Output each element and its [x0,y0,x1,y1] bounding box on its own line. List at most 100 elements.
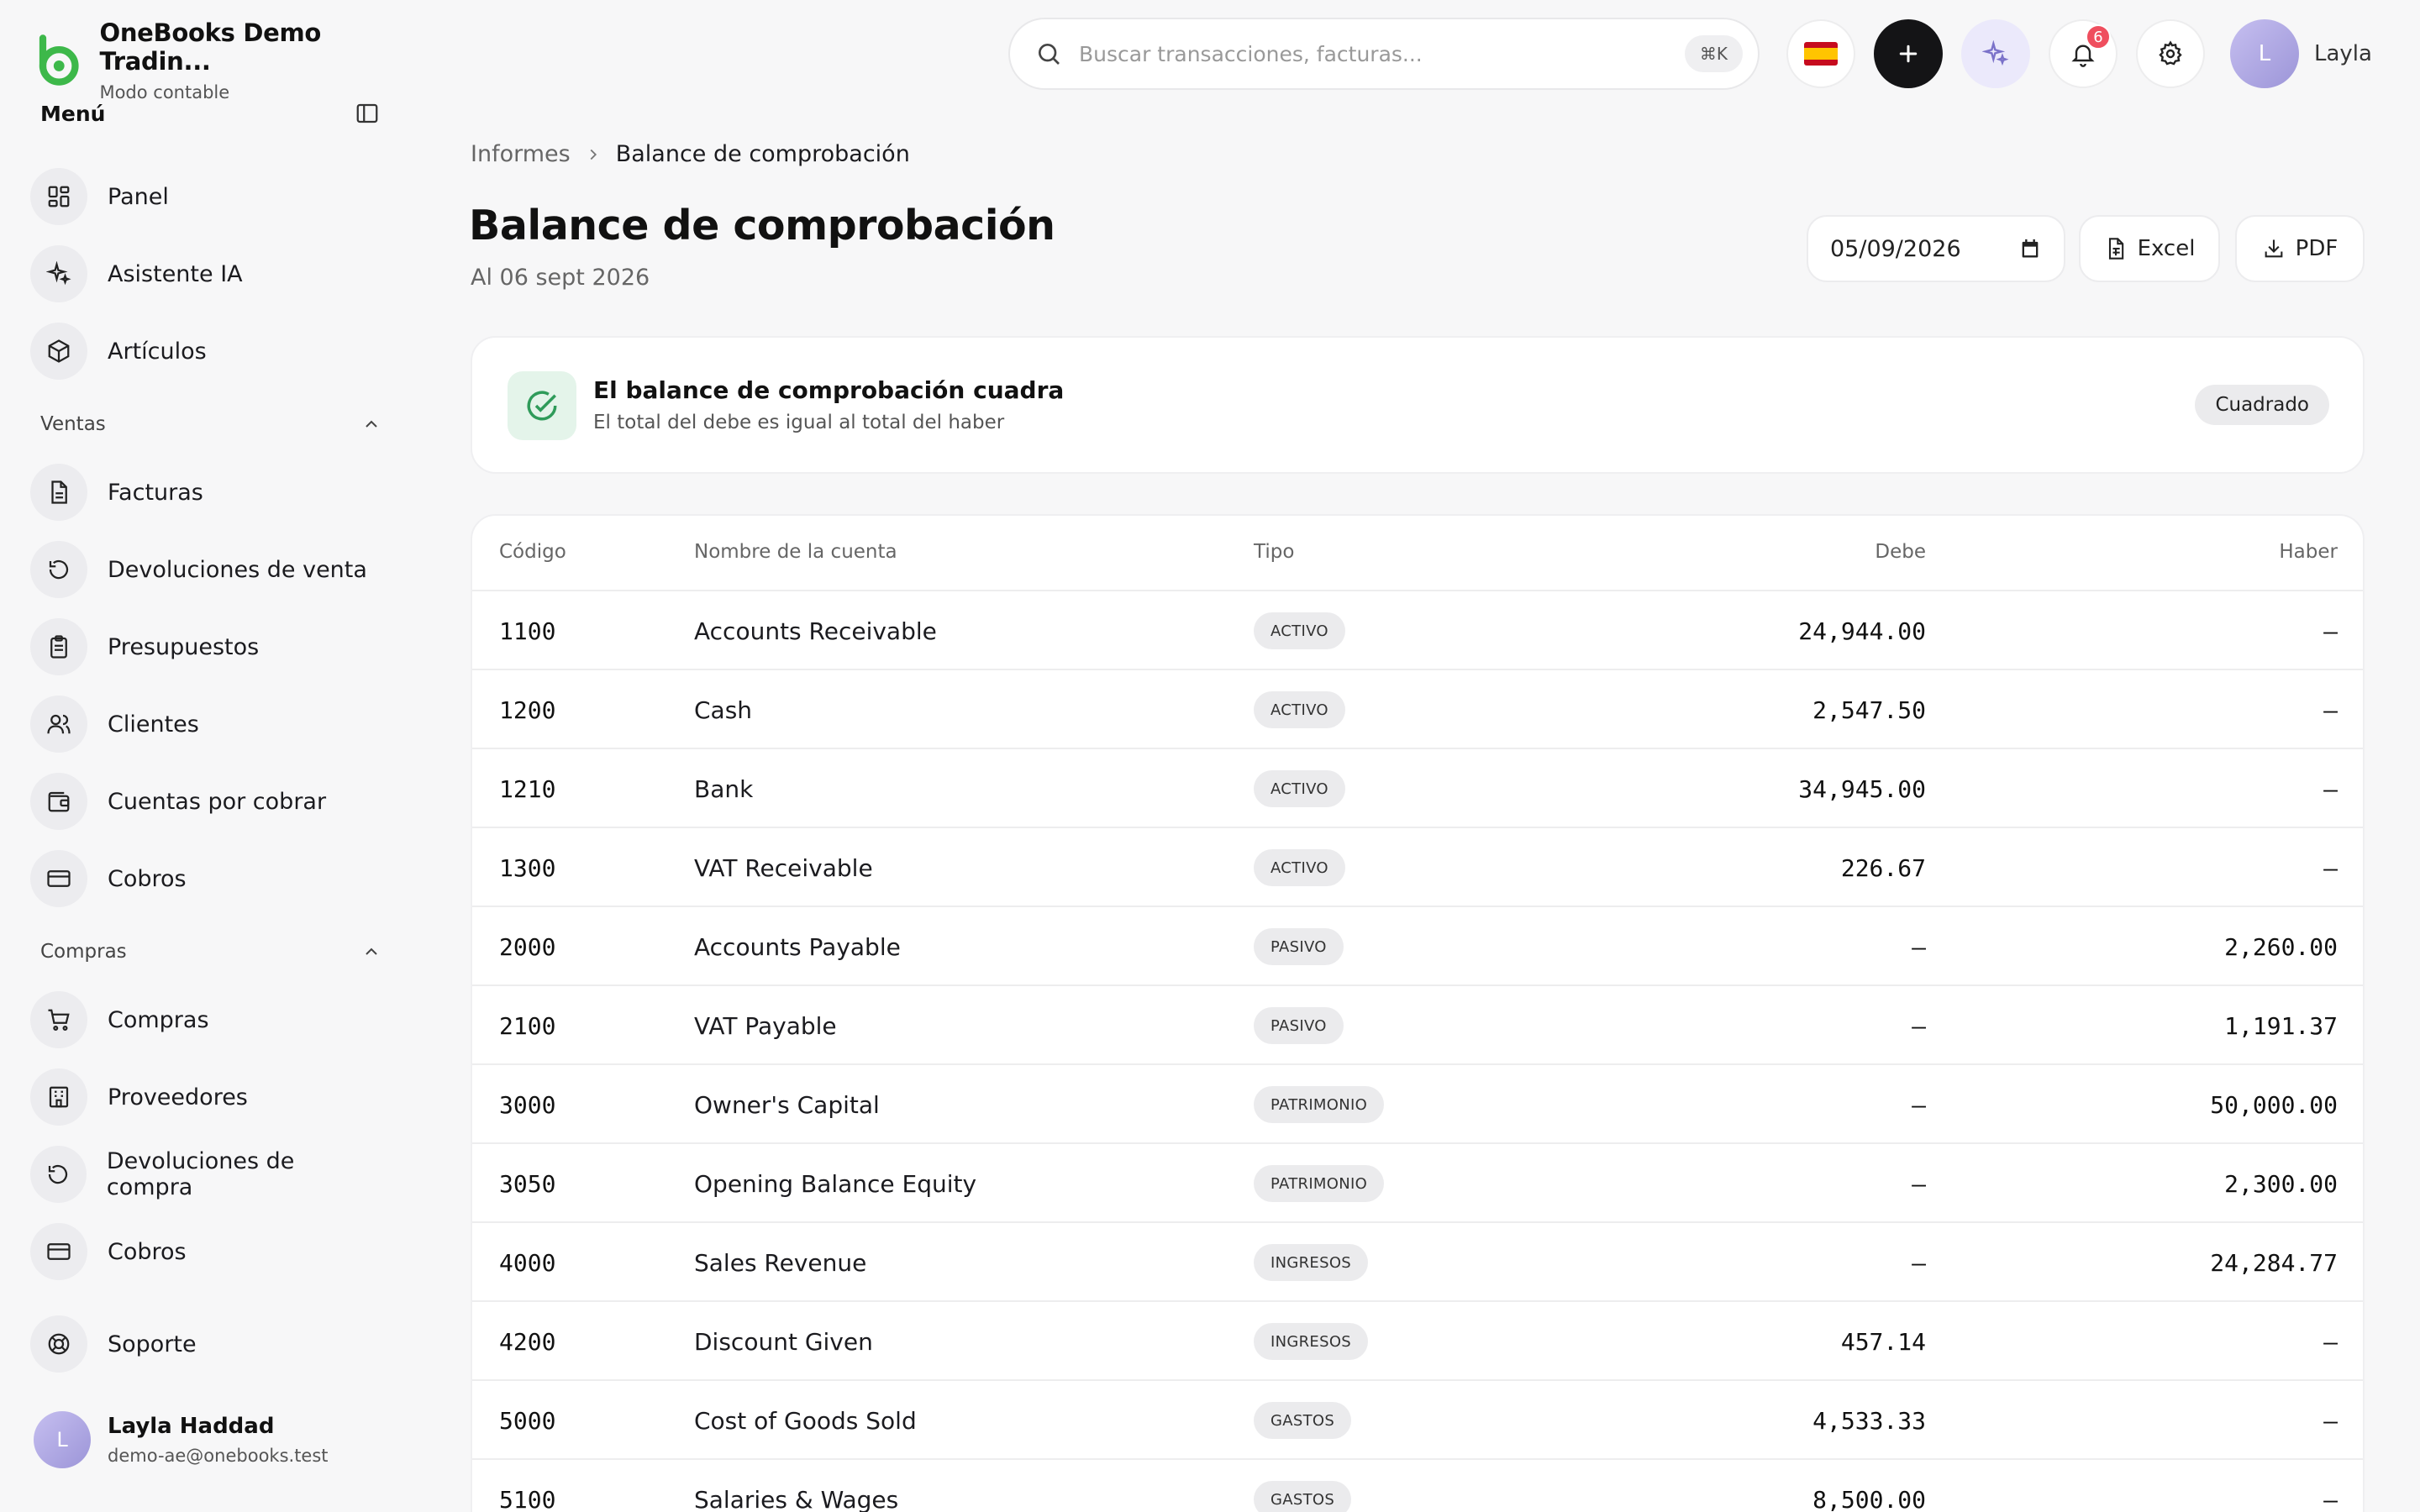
breadcrumb-informes-link[interactable]: Informes [471,141,571,167]
gear-icon [2159,40,2182,66]
column-header-type[interactable]: Tipo [1254,541,1294,563]
debit-amount: 34,945.00 [1798,774,1926,803]
account-code: 3050 [499,1169,556,1198]
sidebar-item-proveedores[interactable]: Proveedores [30,1064,383,1130]
language-selector[interactable] [1786,19,1855,88]
sidebar-toggle-icon[interactable] [353,99,381,128]
debit-amount: – [1912,1011,1926,1040]
export-pdf-button[interactable]: PDF [2235,215,2365,282]
account-type-badge: ACTIVO [1254,612,1345,649]
sidebar-item-asistente-ia[interactable]: Asistente IA [30,241,383,307]
spain-flag-icon [1804,42,1838,66]
balance-check-card: El balance de comprobación cuadra El tot… [471,336,2365,474]
table-row[interactable]: 5100 Salaries & Wages GASTOS 8,500.00 – [472,1460,2363,1512]
account-type-cell: ACTIVO [1254,828,1345,907]
page-subtitle: Al 06 sept 2026 [471,265,650,291]
table-row[interactable]: 2000 Accounts Payable PASIVO – 2,260.00 [472,907,2363,986]
search-input[interactable] [1079,41,1685,66]
sparkles-icon [30,245,87,302]
sidebar-item-label: Cobros [108,865,187,892]
account-name: Salaries & Wages [694,1485,899,1512]
sidebar-item-facturas[interactable]: Facturas [30,459,383,525]
section-compras-toggle[interactable]: Compras [40,941,381,963]
account-type-badge: ACTIVO [1254,691,1345,728]
account-name: VAT Receivable [694,853,873,882]
cart-icon [30,991,87,1048]
account-name: Discount Given [694,1327,873,1356]
sidebar-item-compras[interactable]: Compras [30,987,383,1053]
account-type-cell: GASTOS [1254,1381,1352,1460]
brand[interactable]: OneBooks Demo Tradin... Modo contable [34,18,412,102]
table-row[interactable]: 2100 VAT Payable PASIVO – 1,191.37 [472,986,2363,1065]
account-name: Layla [2314,41,2372,66]
chevron-up-icon [366,948,377,955]
sidebar-item-panel[interactable]: Panel [30,164,383,229]
sidebar-item-cobros-compras[interactable]: Cobros [30,1219,383,1284]
page-title: Balance de comprobación [469,202,1055,249]
table-row[interactable]: 3000 Owner's Capital PATRIMONIO – 50,000.00 [472,1065,2363,1144]
table-row[interactable]: 1210 Bank ACTIVO 34,945.00 – [472,749,2363,828]
sidebar-item-presupuestos[interactable]: Presupuestos [30,614,383,680]
sidebar-item-devoluciones-compra[interactable]: Devoluciones de compra [30,1142,383,1207]
debit-amount: 8,500.00 [1812,1485,1926,1512]
account-type-cell: INGRESOS [1254,1223,1369,1302]
sidebar-item-clientes[interactable]: Clientes [30,691,383,757]
sidebar-item-label: Proveedores [108,1084,248,1110]
dashboard-icon [30,168,87,225]
table-row[interactable]: 1200 Cash ACTIVO 2,547.50 – [472,670,2363,749]
plus-icon [1899,45,1918,63]
table-row[interactable]: 3050 Opening Balance Equity PATRIMONIO – 2,3… [472,1144,2363,1223]
export-excel-button[interactable]: Excel [2079,215,2220,282]
account-menu[interactable]: L Layla [2230,19,2372,88]
sidebar-item-articulos[interactable]: Artículos [30,318,383,384]
account-code: 2100 [499,1011,556,1040]
sidebar-item-label: Cobros [108,1238,187,1265]
account-type-cell: PATRIMONIO [1254,1065,1385,1144]
column-header-credit[interactable]: Haber [2279,541,2338,563]
table-row[interactable]: 4000 Sales Revenue INGRESOS – 24,284.77 [472,1223,2363,1302]
as-of-date-input[interactable]: 05/09/2026 [1807,215,2065,282]
column-header-name[interactable]: Nombre de la cuenta [694,541,897,563]
table-row[interactable]: 1300 VAT Receivable ACTIVO 226.67 – [472,828,2363,907]
chevron-up-icon [366,420,377,428]
sidebar-item-cuentas-por-cobrar[interactable]: Cuentas por cobrar [30,769,383,834]
credit-amount: 24,284.77 [2210,1248,2338,1277]
section-label: Compras [40,941,127,963]
settings-button[interactable] [2136,19,2205,88]
spreadsheet-icon [2108,238,2123,260]
column-header-code[interactable]: Código [499,541,566,563]
breadcrumb-current: Balance de comprobación [615,141,910,167]
account-type-cell: GASTOS [1254,1460,1352,1512]
account-type-cell: PASIVO [1254,907,1344,986]
credit-amount: – [2323,853,2338,882]
account-code: 2000 [499,932,556,961]
notifications-button[interactable]: 6 [2049,19,2118,88]
table-row[interactable]: 1100 Accounts Receivable ACTIVO 24,944.00 – [472,591,2363,670]
sidebar-item-devoluciones-venta[interactable]: Devoluciones de venta [30,537,383,602]
credit-amount: 2,260.00 [2224,932,2338,961]
account-name: Accounts Payable [694,932,901,961]
menu-title: Menú [40,101,106,126]
card-icon [30,1223,87,1280]
company-name: OneBooks Demo Tradin... [99,18,322,76]
ai-assistant-button[interactable] [1961,19,2030,88]
sidebar-item-label: Soporte [108,1331,197,1357]
user-name: Layla Haddad [108,1414,275,1439]
table-row[interactable]: 4200 Discount Given INGRESOS 457.14 – [472,1302,2363,1381]
section-ventas-toggle[interactable]: Ventas [40,413,381,435]
sidebar-user-card[interactable]: L Layla Haddad demo-ae@onebooks.test [34,1411,329,1468]
download-icon [2265,239,2283,258]
table-row[interactable]: 5000 Cost of Goods Sold GASTOS 4,533.33 – [472,1381,2363,1460]
column-header-debit[interactable]: Debe [1875,541,1926,563]
sidebar-item-soporte[interactable]: Soporte [30,1311,383,1377]
menu-header: Menú [40,99,381,128]
account-code: 4200 [499,1327,556,1356]
clipboard-icon [30,618,87,675]
balance-check-title: El balance de comprobación cuadra [593,376,1065,404]
sidebar: OneBooks Demo Tradin... Modo contable Me… [0,0,412,1512]
account-code: 5100 [499,1485,556,1512]
search-icon [1039,44,1060,65]
sidebar-item-cobros-ventas[interactable]: Cobros [30,846,383,911]
create-new-button[interactable] [1874,19,1943,88]
table-header: Código Nombre de la cuenta Tipo Debe Hab… [472,516,2363,591]
